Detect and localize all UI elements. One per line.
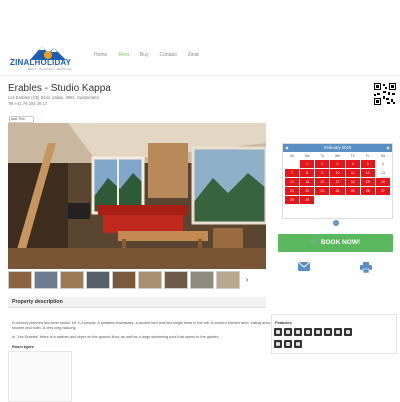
calendar-day-booked[interactable]: 25 (345, 187, 360, 195)
logo-tagline: RENT · VACATION · SERVICES (28, 67, 72, 71)
wifi-icon (284, 328, 292, 336)
calendar-day-booked[interactable]: 22 (300, 187, 315, 195)
nav-zinal[interactable]: Zinal (188, 52, 199, 58)
nav-home[interactable]: Home (94, 52, 107, 58)
property-phone: Tel.+41 79 204 36 17 (8, 101, 48, 106)
cart-icon: 🛒 (310, 239, 319, 246)
calendar-day-booked[interactable]: 19 (360, 178, 375, 186)
calendar-day-booked[interactable]: 3 (330, 160, 345, 168)
bath-icon (304, 328, 312, 336)
calendar-day-booked[interactable]: 21 (285, 187, 300, 195)
thumbnail[interactable] (86, 271, 110, 289)
calendar-day-booked[interactable]: 4 (345, 160, 360, 168)
availability-calendar: ◀ February 2016 ▶ Su Mo Tu We Th Fr Sa 1 2 3 4 5 6 7 8… (282, 143, 393, 219)
features-row (274, 340, 302, 348)
calendar-day-available[interactable]: 13 (375, 169, 390, 177)
calendar-day-booked[interactable]: 8 (300, 169, 315, 177)
features-row (274, 328, 352, 336)
thumbnail[interactable] (138, 271, 162, 289)
calendar-day-booked[interactable]: 1 (300, 160, 315, 168)
weekday-label: Su (289, 154, 295, 158)
kitchen-icon (294, 328, 302, 336)
calendar-day-booked[interactable]: 9 (315, 169, 330, 177)
main-photo[interactable]: ‹ › (8, 123, 266, 269)
calendar-day-booked[interactable]: 7 (285, 169, 300, 177)
description-paragraph: A cleverly planned two-level studio, for… (12, 321, 271, 330)
thumbnail[interactable] (112, 271, 136, 289)
nav-buy[interactable]: Buy (140, 52, 149, 58)
calendar-day-booked[interactable]: 15 (300, 178, 315, 186)
thumbnail[interactable] (164, 271, 188, 289)
calendar-day-booked[interactable]: 23 (315, 187, 330, 195)
elevator-icon (284, 340, 292, 348)
calendar-next-icon[interactable]: ▶ (387, 144, 390, 152)
calendar-day-booked[interactable]: 16 (315, 178, 330, 186)
logo-text: ZINALHOLIDAY (10, 58, 72, 67)
calendar-day-booked[interactable]: 20 (375, 178, 390, 186)
share-more[interactable]: · · · (36, 116, 41, 120)
calendar-day-booked[interactable]: 26 (360, 187, 375, 195)
calendar-day-booked[interactable]: 5 (360, 160, 375, 168)
description-paragraph: In "Les Erables" there is a washer and d… (12, 335, 220, 339)
thumbnail-strip: › (8, 271, 266, 289)
thumbnail[interactable] (190, 271, 214, 289)
property-address: Les Erables (C5) Zinal, Valais, 3961, Sw… (8, 95, 99, 100)
calendar-day-booked[interactable]: 14 (285, 178, 300, 186)
room-types-panel (8, 351, 72, 402)
calendar-grid: Su Mo Tu We Th Fr Sa 1 2 3 4 5 6 7 8 9 10 11 12 13 14 15 16 17 1… (283, 152, 392, 205)
parking-icon (314, 328, 322, 336)
no-smoking-icon (294, 340, 302, 348)
calendar-day-booked[interactable]: 12 (360, 169, 375, 177)
thumbnail[interactable] (216, 271, 240, 289)
tv-icon (274, 328, 282, 336)
weekday-label: Tu (320, 154, 325, 158)
calendar-day-booked[interactable]: 28 (285, 196, 300, 204)
calendar-month-label: February 2016 (323, 145, 352, 150)
book-now-label: BOOK NOW! (320, 239, 361, 246)
calendar-day-available[interactable]: 6 (375, 160, 390, 168)
thumbnail[interactable] (8, 271, 32, 289)
main-nav: Home Rent Buy Contact Zinal (94, 52, 210, 58)
property-title: Erables - Studio Kappa (8, 83, 111, 94)
pool-icon (334, 328, 342, 336)
book-now-button[interactable]: 🛒 BOOK NOW! (278, 234, 393, 252)
weekday-label: Sa (380, 154, 385, 158)
weekday-label: Th (350, 154, 355, 158)
nav-contact[interactable]: Contact (160, 52, 177, 58)
weekday-label: Mo (304, 154, 310, 158)
apartment-photo (8, 123, 266, 269)
share-button[interactable]: Add This (9, 116, 34, 123)
property-description-heading: Property description (8, 297, 266, 308)
thumbnail-next-icon[interactable]: › (242, 271, 252, 289)
calendar-day-booked[interactable]: 2 (315, 160, 330, 168)
weekday-label: We (334, 154, 340, 158)
balcony-icon (324, 328, 332, 336)
calendar-day-booked[interactable]: 24 (330, 187, 345, 195)
thumbnail[interactable] (60, 271, 84, 289)
site-header: ZINALHOLIDAY RENT · VACATION · SERVICES … (0, 0, 400, 76)
calendar-day-booked[interactable]: 17 (330, 178, 345, 186)
calendar-day-booked[interactable]: 29 (300, 196, 315, 204)
weekday-label: Fr (366, 154, 370, 158)
features-title: Features (275, 320, 292, 325)
calendar-day-booked[interactable]: 18 (345, 178, 360, 186)
printer-icon[interactable] (360, 262, 372, 273)
calendar-day-booked[interactable]: 10 (330, 169, 345, 177)
qr-code-icon (373, 82, 397, 106)
envelope-icon[interactable] (298, 262, 310, 271)
calendar-blank (285, 160, 299, 168)
info-icon[interactable]: i (333, 220, 339, 226)
thumbnail[interactable] (34, 271, 58, 289)
nav-rent[interactable]: Rent (118, 52, 129, 58)
site-logo[interactable]: ZINALHOLIDAY RENT · VACATION · SERVICES (10, 44, 85, 72)
dryer-icon (274, 340, 282, 348)
calendar-prev-icon[interactable]: ◀ (285, 144, 288, 152)
washer-icon (344, 328, 352, 336)
calendar-day-booked[interactable]: 27 (375, 187, 390, 195)
room-types-label: Room types (12, 345, 34, 349)
calendar-day-booked[interactable]: 11 (345, 169, 360, 177)
calendar-header: ◀ February 2016 ▶ (283, 144, 392, 152)
